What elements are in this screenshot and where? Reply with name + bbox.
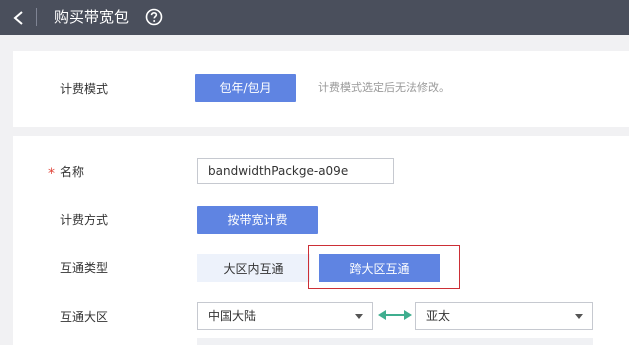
header-divider <box>36 8 37 26</box>
billing-mode-label: 计费模式 <box>60 82 109 96</box>
double-arrow-icon <box>378 310 412 320</box>
billing-mode-button[interactable]: 包年/包月 <box>195 74 296 102</box>
name-input[interactable] <box>197 158 394 184</box>
charge-method-label: 计费方式 <box>60 213 109 227</box>
top-bar: 购买带宽包 <box>0 0 629 35</box>
back-icon[interactable] <box>12 10 26 26</box>
page-title: 购买带宽包 <box>54 8 130 26</box>
interconnect-region-label: 互通大区 <box>60 310 109 324</box>
intra-region-option[interactable]: 大区内互通 <box>197 254 310 282</box>
charge-by-bandwidth-button[interactable]: 按带宽计费 <box>197 206 318 234</box>
required-mark: * <box>48 166 55 182</box>
region-to-select[interactable]: 亚太 <box>415 302 593 330</box>
caret-down-icon <box>355 314 363 319</box>
interconnect-type-label: 互通类型 <box>60 261 109 275</box>
billing-mode-hint: 计费模式选定后无法修改。 <box>318 81 450 94</box>
help-icon[interactable] <box>145 8 163 26</box>
region-to-value: 亚太 <box>426 309 451 323</box>
region-from-value: 中国大陆 <box>208 309 257 323</box>
next-row-partial <box>197 338 593 345</box>
region-from-select[interactable]: 中国大陆 <box>197 302 373 330</box>
name-label: 名称 <box>60 165 85 179</box>
selection-highlight <box>308 245 460 289</box>
caret-down-icon <box>575 314 583 319</box>
